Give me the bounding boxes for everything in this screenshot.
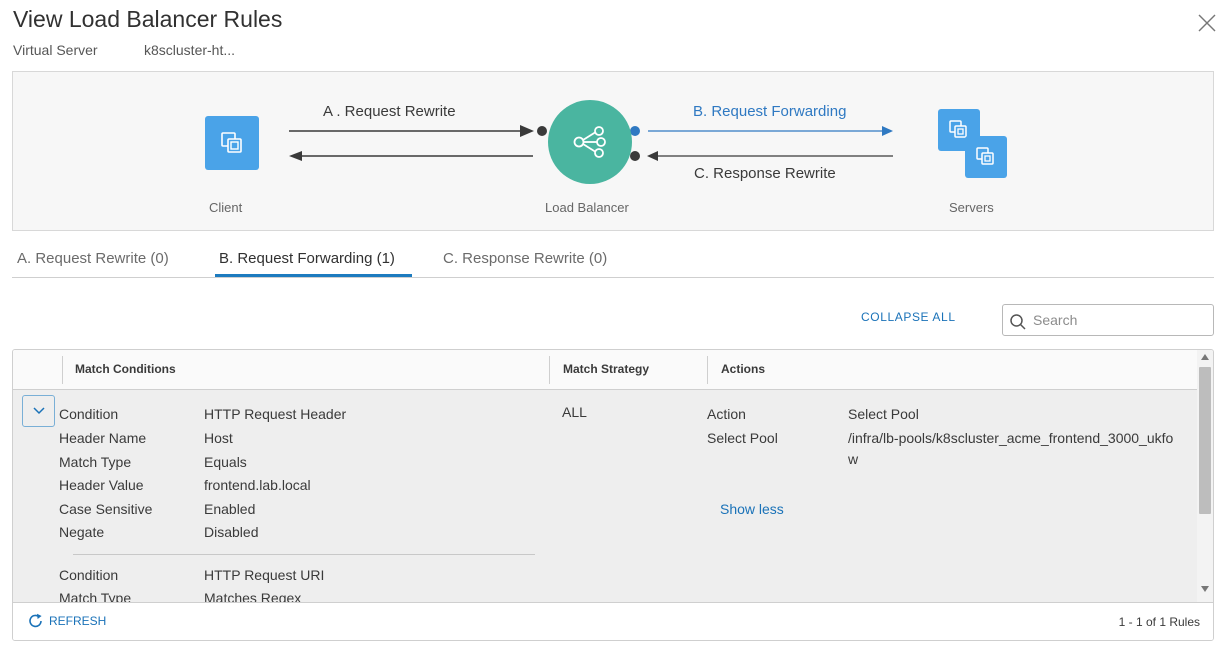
condition-value: Disabled xyxy=(204,524,259,540)
load-balancer-label: Load Balancer xyxy=(545,200,629,215)
condition-key: Case Sensitive xyxy=(59,501,153,517)
grid-header: Match Conditions Match Strategy Actions xyxy=(13,350,1197,390)
column-separator xyxy=(707,356,708,384)
client-label: Client xyxy=(209,200,243,215)
show-less-link[interactable]: Show less xyxy=(720,501,784,517)
scrollbar-thumb[interactable] xyxy=(1199,367,1211,514)
scroll-down-icon[interactable] xyxy=(1201,586,1209,592)
column-separator xyxy=(549,356,550,384)
condition-value: Matches Regex xyxy=(204,590,302,602)
server-node-2 xyxy=(965,136,1007,178)
load-balancer-icon xyxy=(573,126,606,158)
action-key: Select Pool xyxy=(707,430,778,446)
condition-key: Header Name xyxy=(59,430,147,446)
column-header-actions[interactable]: Actions xyxy=(721,362,765,376)
condition-value: Equals xyxy=(204,454,247,470)
active-tab-indicator xyxy=(215,274,412,277)
scroll-up-icon[interactable] xyxy=(1201,354,1209,360)
table-row: Condition HTTP Request Header Header Nam… xyxy=(13,390,1197,602)
pagination-count: 1 - 1 of 1 Rules xyxy=(1118,615,1200,629)
dialog-title: View Load Balancer Rules xyxy=(13,6,283,32)
rule-tabs: A. Request Rewrite (0) B. Request Forwar… xyxy=(12,240,1214,278)
action-value: Select Pool xyxy=(848,406,919,422)
condition-divider xyxy=(73,554,535,555)
select-pool-value: /infra/lb-pools/k8scluster_acme_frontend… xyxy=(848,430,1174,467)
close-button[interactable] xyxy=(1196,12,1218,34)
response-rewrite-label: C. Response Rewrite xyxy=(694,165,836,182)
vertical-scrollbar[interactable] xyxy=(1197,350,1213,602)
lb-response-dot xyxy=(630,151,640,161)
virtual-server-value: k8scluster-ht... xyxy=(144,42,236,58)
row-collapse-button[interactable] xyxy=(22,395,55,427)
search-box[interactable] xyxy=(1002,304,1214,336)
lb-forward-dot xyxy=(630,126,640,136)
client-vm-icon xyxy=(221,132,242,153)
server-vm-icon xyxy=(976,147,994,165)
condition-value: HTTP Request URI xyxy=(204,567,325,583)
collapse-all-button[interactable]: COLLAPSE ALL xyxy=(861,310,956,324)
condition-key: Negate xyxy=(59,524,105,540)
condition-value: Host xyxy=(204,430,233,446)
tab-response-rewrite[interactable]: C. Response Rewrite (0) xyxy=(443,250,607,267)
condition-key: Condition xyxy=(59,406,119,422)
condition-value: HTTP Request Header xyxy=(204,406,347,422)
virtual-server-label: Virtual Server xyxy=(13,42,98,58)
search-icon xyxy=(1010,314,1026,330)
condition-value: Enabled xyxy=(204,501,256,517)
flow-diagram: Client Load Balancer Servers A . Request… xyxy=(12,71,1214,231)
search-input[interactable] xyxy=(1033,310,1203,330)
refresh-icon xyxy=(29,613,42,628)
condition-key: Condition xyxy=(59,567,119,583)
request-forwarding-label: B. Request Forwarding xyxy=(693,103,847,120)
condition-key: Header Value xyxy=(59,477,144,493)
close-icon xyxy=(1198,14,1216,32)
action-key: Action xyxy=(707,406,746,422)
rules-grid: Match Conditions Match Strategy Actions … xyxy=(12,349,1214,641)
request-rewrite-label: A . Request Rewrite xyxy=(323,103,456,120)
refresh-button[interactable]: REFRESH xyxy=(28,613,106,629)
tab-request-rewrite[interactable]: A. Request Rewrite (0) xyxy=(17,250,169,267)
condition-value: frontend.lab.local xyxy=(204,477,311,493)
column-header-match-conditions[interactable]: Match Conditions xyxy=(75,362,176,376)
servers-label: Servers xyxy=(949,200,994,215)
condition-key: Match Type xyxy=(59,454,132,470)
chevron-down-icon xyxy=(32,407,45,415)
match-strategy-value: ALL xyxy=(562,404,587,420)
load-balancer-node xyxy=(548,100,632,184)
column-separator xyxy=(62,356,63,384)
grid-footer: REFRESH 1 - 1 of 1 Rules xyxy=(13,602,1213,640)
refresh-label: REFRESH xyxy=(49,614,107,628)
client-node xyxy=(205,116,259,170)
lb-input-dot xyxy=(537,126,547,136)
condition-key: Match Type xyxy=(59,590,132,602)
column-header-match-strategy[interactable]: Match Strategy xyxy=(563,362,649,376)
tab-request-forwarding[interactable]: B. Request Forwarding (1) xyxy=(219,250,395,267)
